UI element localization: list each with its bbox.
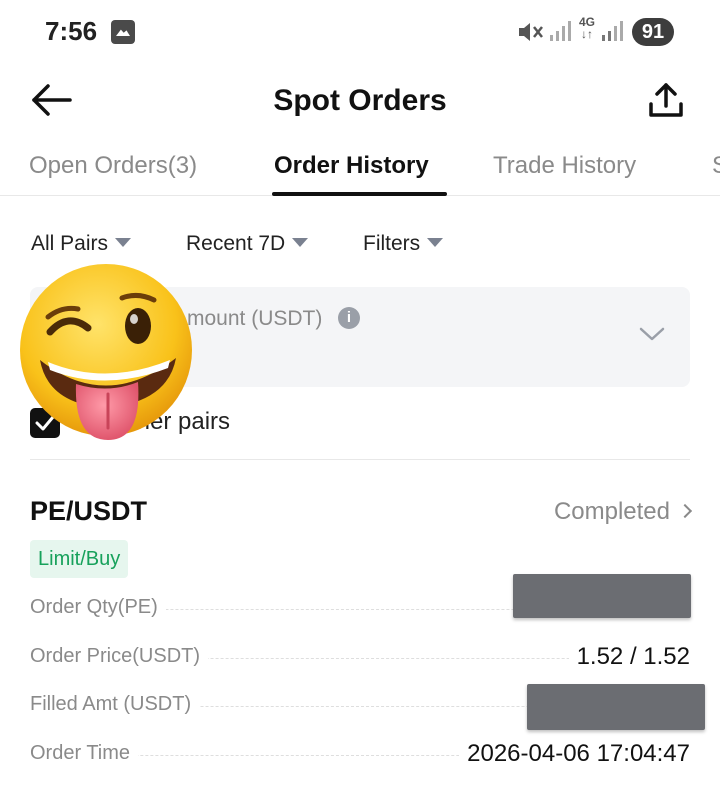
page-title: Spot Orders	[273, 84, 447, 117]
app-notification-icon	[111, 20, 135, 44]
chevron-down-icon	[639, 327, 665, 341]
filter-all-pairs-label: All Pairs	[31, 232, 109, 255]
order-time-value: 2026-04-06 17:04:47	[459, 740, 690, 768]
filter-more-label: Filters	[363, 232, 421, 255]
divider	[30, 459, 690, 460]
signal-icon	[550, 21, 571, 41]
order-time-label: Order Time	[30, 742, 139, 765]
chevron-right-icon	[677, 503, 693, 519]
order-detail-row: Order Price(USDT) 1.52 / 1.52	[30, 641, 690, 675]
signal-icon	[602, 21, 623, 41]
active-tab-indicator	[272, 192, 447, 196]
tab-order-history[interactable]: Order History	[274, 152, 429, 180]
battery-indicator: 91	[632, 18, 674, 46]
filter-recent-7d[interactable]: Recent 7D	[186, 232, 309, 256]
caret-down-icon	[427, 238, 444, 247]
tab-open-orders[interactable]: Open Orders(3)	[29, 152, 197, 180]
filter-all-pairs[interactable]: All Pairs	[31, 232, 132, 256]
order-price-value: 1.52 / 1.52	[568, 643, 690, 671]
order-qty-label: Order Qty(PE)	[30, 596, 166, 619]
filter-recent-7d-label: Recent 7D	[186, 232, 286, 255]
network-type: 4G ↓↑	[578, 15, 595, 41]
order-tabs: Open Orders(3) Order History Trade Histo…	[0, 138, 720, 196]
filter-more[interactable]: Filters	[363, 232, 444, 256]
tab-trade-history[interactable]: Trade History	[493, 152, 636, 180]
filled-amt-label: Filled Amt (USDT)	[30, 693, 200, 716]
caret-down-icon	[115, 238, 132, 247]
order-price-label: Order Price(USDT)	[30, 645, 209, 668]
order-side-badge: Limit/Buy	[30, 540, 129, 578]
amount-filter-label: mount (USDT)	[187, 307, 323, 330]
winking-tongue-emoji-icon	[20, 264, 192, 440]
share-icon[interactable]	[646, 80, 686, 120]
caret-down-icon	[292, 238, 309, 247]
status-bar: 7:56 4G ↓↑ 91	[0, 0, 720, 64]
order-status-link[interactable]: Completed	[553, 498, 693, 526]
app-header: Spot Orders	[0, 64, 720, 138]
redaction-block	[527, 684, 705, 730]
redaction-block	[513, 574, 691, 618]
network-label: 4G	[578, 15, 595, 29]
tab-overflow[interactable]: S	[712, 152, 720, 180]
info-icon[interactable]: i	[338, 307, 360, 329]
filter-bar: All Pairs Recent 7D Filters	[0, 222, 720, 266]
order-detail-row: Order Time 2026-04-06 17:04:47	[30, 738, 690, 772]
mute-icon	[519, 23, 543, 41]
order-pair: PE/USDT	[30, 496, 148, 526]
status-time: 7:56	[45, 16, 98, 46]
order-status: Completed	[553, 498, 670, 525]
